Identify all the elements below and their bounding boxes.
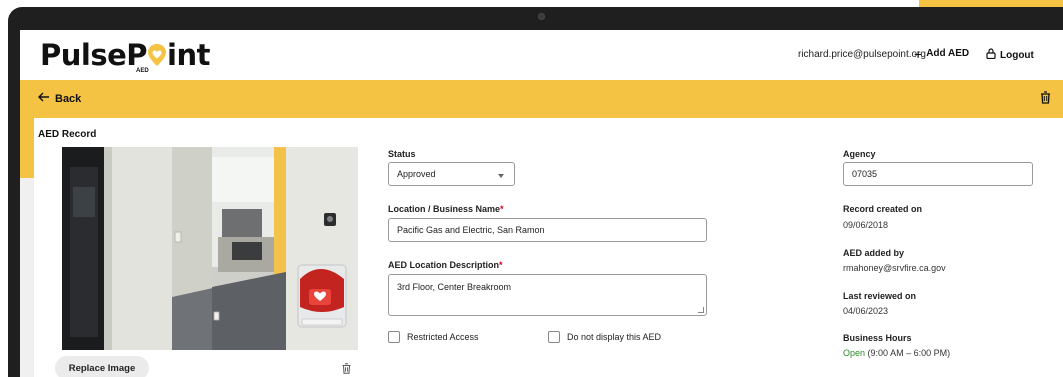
aed-location-photo — [62, 147, 358, 350]
aed-added-by-value: rmahoney@srvfire.ca.gov — [843, 263, 946, 273]
agency-label: Agency — [843, 149, 876, 159]
status-select[interactable]: Approved — [388, 162, 515, 186]
do-not-display-label: Do not display this AED — [567, 332, 662, 342]
status-value: Approved — [397, 169, 436, 179]
add-aed-label: Add AED — [926, 48, 970, 59]
record-created-label: Record created on — [843, 204, 923, 214]
chevron-down-icon — [498, 174, 504, 178]
agency-input[interactable]: 07035 — [843, 162, 1033, 186]
restricted-access-checkbox[interactable] — [388, 331, 400, 343]
delete-image-trash-icon[interactable] — [342, 361, 351, 377]
do-not-display-checkbox[interactable] — [548, 331, 560, 343]
aed-added-by-label: AED added by — [843, 248, 905, 258]
location-description-textarea[interactable]: 3rd Floor, Center Breakroom — [388, 274, 707, 316]
logout-button[interactable]: Logout — [986, 48, 1034, 62]
user-email: richard.price@pulsepoint.org — [798, 49, 926, 60]
location-name-input[interactable]: Pacific Gas and Electric, San Ramon — [388, 218, 707, 242]
camera-dot — [538, 13, 545, 20]
location-name-label-text: Location / Business Name — [388, 204, 501, 214]
open-status: Open — [843, 348, 866, 358]
restricted-access-label: Restricted Access — [407, 332, 479, 342]
sidebar-accent — [20, 118, 34, 178]
logout-label: Logout — [1000, 49, 1034, 61]
agency-value: 07035 — [852, 169, 878, 179]
lock-icon — [986, 48, 996, 62]
back-label: Back — [55, 92, 82, 105]
location-name-value: Pacific Gas and Electric, San Ramon — [397, 225, 545, 235]
heart-pin-icon — [147, 40, 167, 66]
arrow-left-icon — [38, 92, 50, 105]
business-hours-value: Open (9:00 AM – 6:00 PM) — [843, 348, 950, 358]
required-mark: * — [499, 260, 503, 270]
plus-icon: + — [914, 45, 923, 62]
section-title: AED Record — [38, 129, 97, 140]
logo-text-end: int — [167, 38, 210, 72]
location-description-label-text: AED Location Description — [388, 260, 500, 270]
logo-subtext: AED — [136, 68, 149, 74]
business-hours-range: (9:00 AM – 6:00 PM) — [867, 348, 951, 358]
device-frame: PulseP int AED richard.price@pulsepoint.o… — [0, 0, 1063, 377]
corner-accent — [919, 0, 1063, 7]
add-aed-button[interactable]: + Add AED — [914, 45, 970, 62]
business-hours-label: Business Hours — [843, 333, 912, 343]
location-description-value: 3rd Floor, Center Breakroom — [397, 282, 512, 292]
record-created-value: 09/06/2018 — [843, 220, 889, 230]
action-bar: Back — [20, 80, 1063, 118]
pulsepoint-logo[interactable]: PulseP int — [40, 38, 210, 72]
last-reviewed-value: 04/06/2023 — [843, 306, 889, 316]
required-mark: * — [500, 204, 504, 214]
location-name-label: Location / Business Name* — [388, 204, 504, 214]
app-screen: PulseP int AED richard.price@pulsepoint.o… — [20, 30, 1063, 377]
resize-handle-icon[interactable] — [698, 307, 704, 313]
app-header: PulseP int AED richard.price@pulsepoint.o… — [20, 30, 1063, 80]
last-reviewed-label: Last reviewed on — [843, 291, 917, 301]
logo-text-start: PulseP — [40, 38, 148, 72]
location-description-label: AED Location Description* — [388, 260, 503, 270]
replace-image-button[interactable]: Replace Image — [55, 356, 149, 377]
back-button[interactable]: Back — [38, 92, 81, 105]
status-label: Status — [388, 149, 416, 159]
sidebar-gray — [20, 178, 34, 377]
delete-record-trash-icon[interactable] — [1040, 91, 1051, 109]
